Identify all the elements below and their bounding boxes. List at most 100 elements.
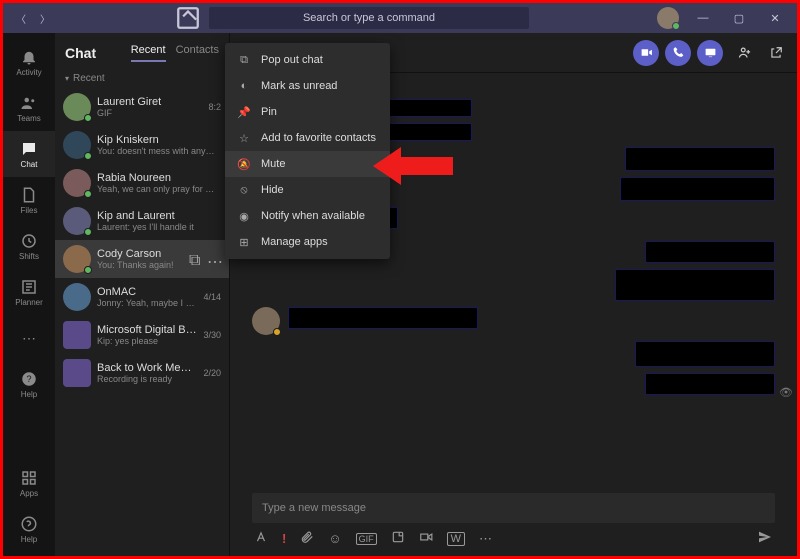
star-icon: ☆ [237,131,251,145]
annotation-arrow [373,143,453,194]
compose-area: Type a new message ! ☺ GIF W ⋯ [230,487,797,556]
chat-preview: Kip: yes please [97,336,197,346]
context-menu-item-pin[interactable]: 📌Pin [225,99,390,125]
chat-preview: Laurent: yes I'll handle it [97,222,215,232]
message-bubble[interactable] [625,147,775,171]
context-menu-item-apps[interactable]: ⊞Manage apps [225,229,390,255]
pin-icon: 📌 [237,105,251,119]
format-icon[interactable] [254,530,268,547]
meet-icon[interactable] [419,530,433,547]
send-button[interactable] [757,529,773,548]
chat-avatar [63,93,91,121]
popout-button[interactable] [765,42,787,64]
chat-list-item[interactable]: Laurent GiretGIF 8:2 [55,88,229,126]
chat-name: Rabia Noureen [97,172,215,184]
share-screen-button[interactable] [697,40,723,66]
emoji-icon[interactable]: ☺ [328,531,341,546]
context-menu-item-mute[interactable]: 🔕Mute [225,151,390,177]
popout-icon[interactable]: ⧉ [189,252,203,266]
chat-avatar [63,245,91,273]
rail-files[interactable]: Files [3,177,55,223]
message-bubble[interactable] [645,241,775,263]
context-menu-item-star[interactable]: ☆ Add to favorite contacts [225,125,390,151]
tab-recent[interactable]: Recent [131,44,166,62]
attach-icon[interactable] [300,530,314,547]
nav-back-button[interactable]: 〈 [11,8,31,28]
context-menu-item-notify[interactable]: ◉Notify when available [225,203,390,229]
nav-forward-button[interactable]: 〉 [35,8,55,28]
chat-preview: GIF [97,108,202,118]
rail-label: Shifts [19,252,39,261]
context-menu-label: Pop out chat [261,54,323,66]
rail-help2[interactable]: Help [3,506,55,552]
context-menu: ⧉Pop out chat◐Mark as unread📌Pin ☆ Add to … [225,43,390,259]
context-menu-item-hide[interactable]: ⦸ Hide [225,177,390,203]
maximize-button[interactable]: ▢ [721,3,757,33]
chat-name: Kip and Laurent [97,210,215,222]
chat-preview: Yeah, we can only pray for these s [97,184,215,194]
chat-list-item[interactable]: Back to Work MeetingRecording is ready 2… [55,354,229,392]
audio-call-button[interactable] [665,40,691,66]
context-menu-item-popout[interactable]: ⧉Pop out chat [225,47,390,73]
chat-preview: You: doesn't mess with anything a [97,146,215,156]
context-menu-label: Notify when available [261,210,365,222]
compose-input[interactable]: Type a new message [252,493,775,523]
sticker-icon[interactable] [391,530,405,547]
chat-list-item[interactable]: Kip and LaurentLaurent: yes I'll handle … [55,202,229,240]
chat-preview: Jonny: Yeah, maybe I will come ba... [97,298,197,308]
rail-apps[interactable]: Apps [3,460,55,506]
chat-avatar [63,207,91,235]
rail-teams[interactable]: Teams [3,85,55,131]
message-bubble[interactable] [620,177,775,201]
message-bubble[interactable] [645,373,775,395]
new-chat-icon[interactable] [175,5,201,31]
chat-name: Microsoft Digital Briefing [97,324,197,336]
more-options-icon[interactable]: ⋯ [207,252,221,266]
rail-label: Planner [15,298,43,307]
stream-icon[interactable]: W [447,532,465,546]
people-add-button[interactable] [733,42,755,64]
chat-avatar [63,131,91,159]
minimize-button[interactable]: — [685,3,721,33]
context-menu-label: Mark as unread [261,80,337,92]
message-bubble[interactable] [615,269,775,301]
section-recent[interactable]: Recent [55,65,229,88]
chat-list-item[interactable]: Rabia NoureenYeah, we can only pray for … [55,164,229,202]
chat-avatar [63,359,91,387]
rail-label: Teams [17,114,41,123]
gif-icon[interactable]: GIF [356,533,377,545]
rail-more[interactable]: ⋯ [3,315,55,361]
message-bubble[interactable] [635,341,775,367]
chat-list-item[interactable]: OnMACJonny: Yeah, maybe I will come ba..… [55,278,229,316]
close-button[interactable]: ✕ [757,3,793,33]
rail-label: Activity [16,68,41,77]
more-icon[interactable]: ⋯ [479,531,492,547]
rail-activity[interactable]: Activity [3,39,55,85]
seen-icon: 👁 [779,386,793,399]
chat-preview: Recording is ready [97,374,197,384]
hide-icon: ⦸ [237,183,251,197]
rail-planner[interactable]: Planner [3,269,55,315]
rail-label: Apps [20,489,38,498]
tab-contacts[interactable]: Contacts [176,44,219,62]
chat-name: OnMAC [97,286,197,298]
context-menu-item-unread[interactable]: ◐Mark as unread [225,73,390,99]
message-bubble[interactable] [288,307,478,329]
context-menu-label: Hide [261,184,284,196]
chat-name: Cody Carson [97,248,183,260]
chat-name: Kip Kniskern [97,134,215,146]
chat-time: 2/20 [203,368,221,378]
chat-list-item[interactable]: Microsoft Digital BriefingKip: yes pleas… [55,316,229,354]
chat-avatar [63,169,91,197]
chat-list-item[interactable]: Kip KniskernYou: doesn't mess with anyth… [55,126,229,164]
app-rail: Activity Teams Chat Files Shifts Planner… [3,33,55,556]
video-call-button[interactable] [633,40,659,66]
rail-shifts[interactable]: Shifts [3,223,55,269]
context-menu-label: Add to favorite contacts [261,132,376,144]
rail-help[interactable]: ?Help [3,361,55,407]
priority-icon[interactable]: ! [282,531,286,546]
chat-list-item[interactable]: Cody CarsonYou: Thanks again! ⧉⋯ [55,240,229,278]
user-avatar[interactable] [657,7,679,29]
rail-chat[interactable]: Chat [3,131,55,177]
search-input[interactable]: Search or type a command [209,7,529,29]
